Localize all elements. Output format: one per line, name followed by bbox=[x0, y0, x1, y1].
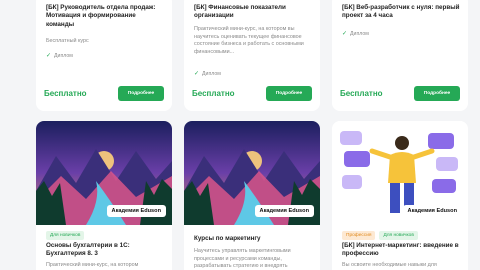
details-button[interactable]: Подробнее bbox=[266, 86, 312, 101]
tag-profession: Профессия bbox=[342, 231, 376, 240]
course-description: Вы освоите необходимые навыки для bbox=[342, 262, 437, 268]
course-card[interactable]: Академия Eduson Профессия Для новичков [… bbox=[332, 121, 468, 270]
course-title[interactable]: [БК] Веб-разработчик с нуля: первый прое… bbox=[342, 4, 460, 21]
academy-badge: Академия Eduson bbox=[402, 205, 462, 217]
course-card[interactable]: Академия Eduson Для новичков Основы бухг… bbox=[36, 121, 172, 270]
tags: Для новичков bbox=[46, 231, 85, 240]
course-description: Практический мини-курс, на котором bbox=[46, 262, 139, 268]
course-price: Бесплатно bbox=[192, 89, 235, 98]
course-title[interactable]: Основы бухгалтерии в 1С: Бухгалтерия 8. … bbox=[46, 242, 164, 259]
course-card[interactable]: [БК] Финансовые показатели организации П… bbox=[184, 0, 320, 111]
course-price: Бесплатно bbox=[44, 89, 87, 98]
diploma-label: ✓ Диплом bbox=[342, 30, 369, 38]
course-title[interactable]: [БК] Интернет-маркетинг: введение в проф… bbox=[342, 242, 460, 259]
course-title[interactable]: Курсы по маркетингу bbox=[194, 235, 312, 243]
course-price: Бесплатно bbox=[340, 89, 383, 98]
course-card[interactable]: Академия Eduson Курсы по маркетингу Науч… bbox=[184, 121, 320, 270]
course-description: Бесплатный курс bbox=[46, 38, 89, 44]
academy-badge: Академия Eduson bbox=[106, 205, 166, 217]
course-title[interactable]: [БК] Финансовые показатели организации bbox=[194, 4, 312, 21]
tag-beginners: Для новичков bbox=[46, 231, 85, 240]
course-card[interactable]: [БК] Руководитель отдела продаж: Мотивац… bbox=[36, 0, 172, 111]
diploma-label: ✓ Диплом bbox=[194, 70, 221, 78]
course-description: Научитесь управлять маркетинговыми проце… bbox=[194, 248, 291, 270]
details-button[interactable]: Подробнее bbox=[414, 86, 460, 101]
course-description: Практический мини-курс, на котором вы на… bbox=[194, 26, 304, 55]
tags: Профессия Для новичков bbox=[342, 231, 418, 240]
check-icon: ✓ bbox=[342, 31, 348, 37]
academy-badge: Академия Eduson bbox=[254, 205, 314, 217]
course-card[interactable]: [БК] Веб-разработчик с нуля: первый прое… bbox=[332, 0, 468, 111]
check-icon: ✓ bbox=[46, 53, 52, 59]
details-button[interactable]: Подробнее bbox=[118, 86, 164, 101]
check-icon: ✓ bbox=[194, 71, 200, 77]
course-title[interactable]: [БК] Руководитель отдела продаж: Мотивац… bbox=[46, 4, 164, 29]
diploma-label: ✓ Диплом bbox=[46, 52, 73, 60]
tag-beginners: Для новичков bbox=[379, 231, 418, 240]
